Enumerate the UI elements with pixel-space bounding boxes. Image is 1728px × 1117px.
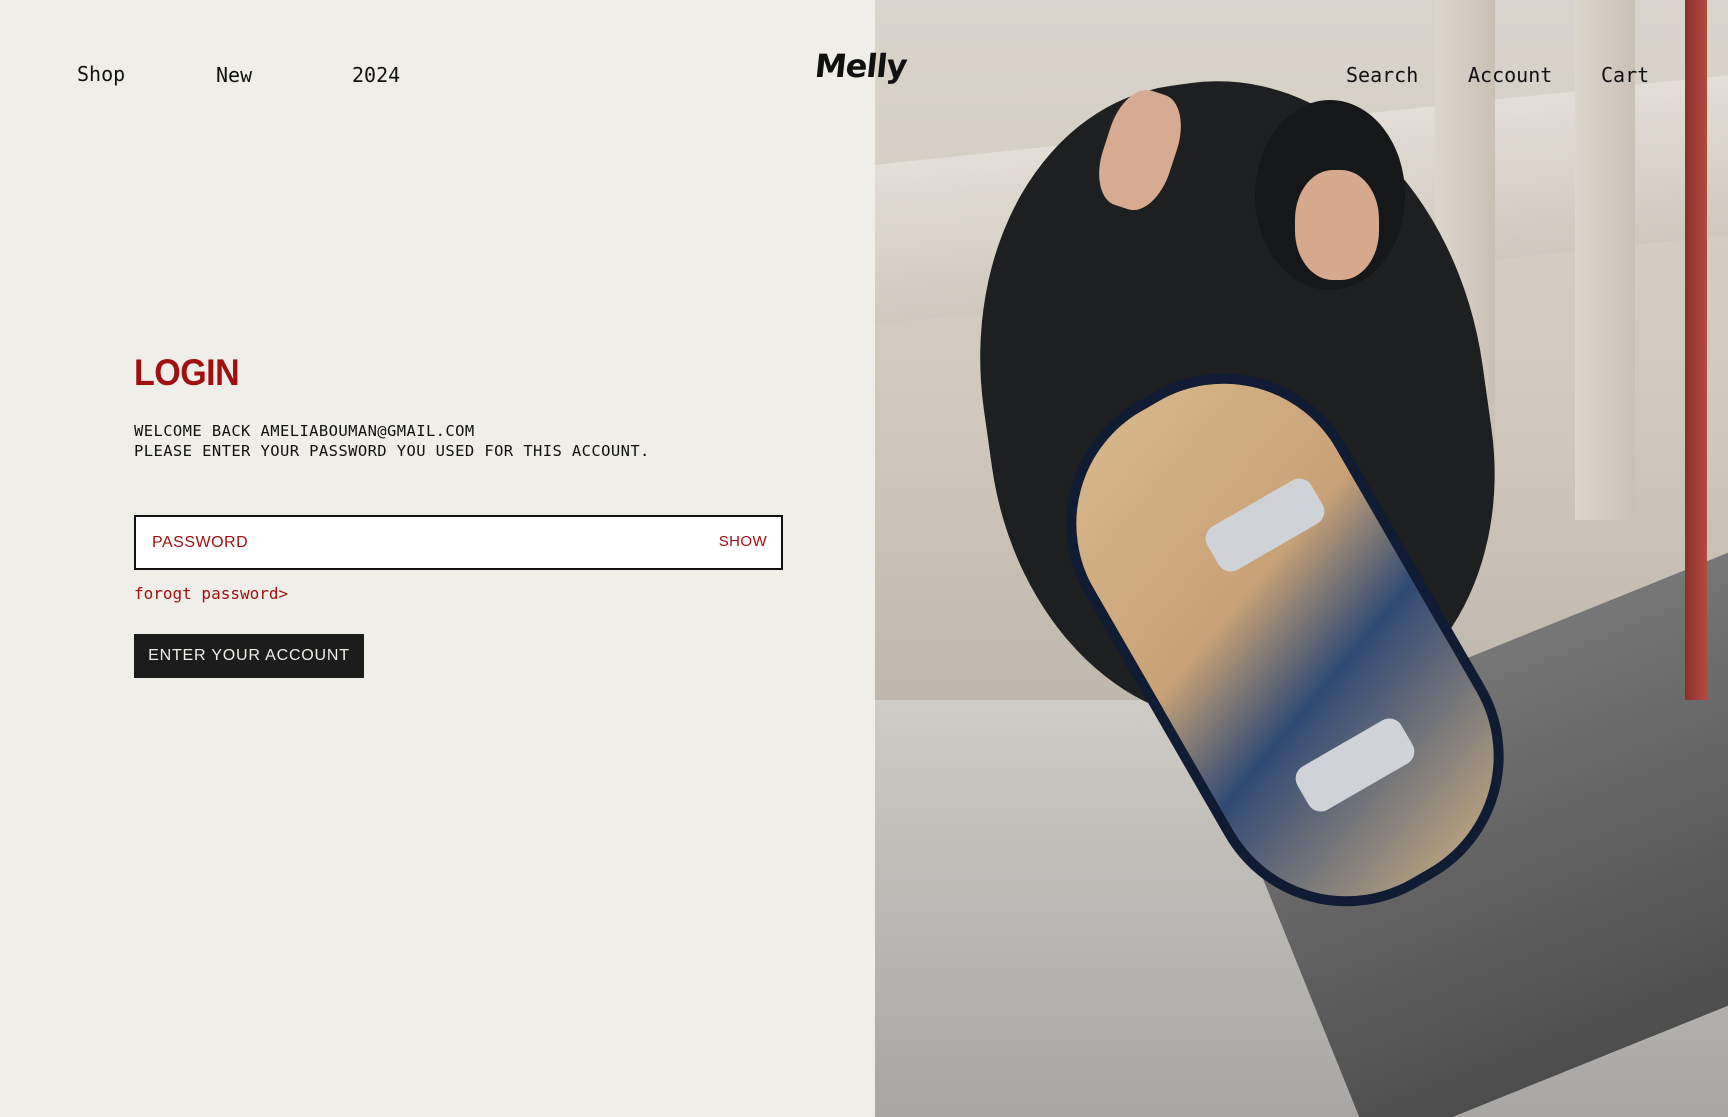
nav-new-link[interactable]: New	[216, 63, 252, 87]
page-title: LOGIN	[134, 352, 240, 394]
brand-logo[interactable]: Melly	[813, 47, 908, 85]
nav-shop-link[interactable]: Shop	[77, 62, 125, 86]
enter-account-button[interactable]: ENTER YOUR ACCOUNT	[134, 634, 364, 678]
welcome-line: WELCOME BACK AMELIABOUMAN@GMAIL.COM	[134, 422, 475, 440]
nav-2024-link[interactable]: 2024	[352, 63, 400, 87]
forgot-password-link[interactable]: forogt password>	[134, 584, 288, 603]
password-input[interactable]	[152, 517, 692, 568]
show-password-button[interactable]: SHOW	[719, 533, 767, 550]
instruction-line: PLEASE ENTER YOUR PASSWORD YOU USED FOR …	[134, 442, 650, 460]
nav-account-link[interactable]: Account	[1468, 63, 1552, 87]
nav-cart-link[interactable]: Cart	[1601, 63, 1649, 87]
hero-image	[875, 0, 1728, 1117]
login-instructions: WELCOME BACK AMELIABOUMAN@GMAIL.COM PLEA…	[134, 421, 650, 461]
hero-rail	[1685, 0, 1707, 700]
hero-skater-face	[1295, 170, 1379, 280]
password-field-wrapper: SHOW	[134, 515, 783, 570]
nav-search-link[interactable]: Search	[1346, 63, 1418, 87]
